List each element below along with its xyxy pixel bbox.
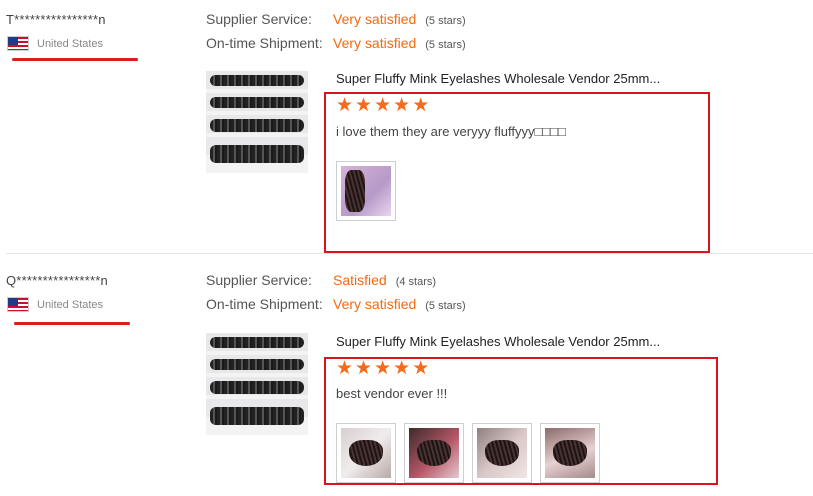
star-icon: ★: [355, 95, 373, 116]
ontime-shipment-row: On-time Shipment: Very satisfied (5 star…: [206, 296, 466, 320]
supplier-service-stars: (5 stars): [425, 15, 466, 27]
supplier-service-value: Satisfied: [333, 272, 387, 288]
review-star-rating: ★ ★ ★ ★ ★: [336, 359, 429, 378]
review-comment: i love them they are veryyy fluffyyy□□□□: [336, 124, 566, 139]
supplier-service-stars: (4 stars): [395, 276, 437, 288]
ontime-shipment-row: On-time Shipment: Very satisfied (5 star…: [206, 35, 466, 59]
review-photo-thumbnail[interactable]: [404, 423, 464, 483]
supplier-ratings: Supplier Service: Satisfied (4 stars) On…: [206, 272, 466, 320]
product-image[interactable]: [206, 333, 308, 435]
star-icon: ★: [393, 95, 411, 116]
review-card: Q****************n United States Supplie…: [0, 261, 813, 496]
star-icon: ★: [393, 358, 411, 379]
us-flag-icon: [7, 36, 29, 51]
supplier-service-label: Supplier Service:: [206, 272, 312, 288]
review-star-rating: ★ ★ ★ ★ ★: [336, 96, 429, 115]
review-card: T****************n United States Supplie…: [0, 0, 813, 253]
star-icon: ★: [336, 95, 354, 116]
star-icon: ★: [336, 358, 354, 379]
supplier-service-row: Supplier Service: Satisfied (4 stars): [206, 272, 466, 296]
annotation-underline: [12, 58, 138, 61]
buyer-name: T****************n: [6, 12, 106, 27]
review-photo-thumbnail[interactable]: [472, 423, 532, 483]
supplier-service-row: Supplier Service: Very satisfied (5 star…: [206, 11, 466, 35]
product-title-link[interactable]: Super Fluffy Mink Eyelashes Wholesale Ve…: [336, 334, 682, 349]
ontime-shipment-label: On-time Shipment:: [206, 296, 323, 312]
ontime-shipment-stars: (5 stars): [425, 300, 466, 312]
ontime-shipment-label: On-time Shipment:: [206, 35, 323, 51]
star-icon: ★: [374, 95, 392, 116]
country-label: United States: [37, 298, 104, 311]
supplier-ratings: Supplier Service: Very satisfied (5 star…: [206, 11, 466, 59]
buyer-name: Q****************n: [6, 273, 108, 288]
ontime-shipment-value: Very satisfied: [333, 296, 417, 312]
ontime-shipment-value: Very satisfied: [333, 35, 417, 51]
buyer-country: United States: [7, 36, 103, 51]
star-icon: ★: [412, 95, 430, 116]
review-photos: [336, 161, 396, 221]
us-flag-icon: [7, 297, 29, 312]
star-icon: ★: [355, 358, 373, 379]
product-title-link[interactable]: Super Fluffy Mink Eyelashes Wholesale Ve…: [336, 71, 682, 86]
review-photo-thumbnail[interactable]: [336, 161, 396, 221]
supplier-service-label: Supplier Service:: [206, 11, 312, 27]
product-image[interactable]: [206, 71, 308, 173]
review-photos: [336, 423, 600, 483]
country-label: United States: [37, 37, 104, 50]
buyer-country: United States: [7, 297, 103, 312]
review-divider: [6, 253, 813, 254]
star-icon: ★: [374, 358, 392, 379]
review-comment: best vendor ever !!!: [336, 386, 448, 401]
review-photo-thumbnail[interactable]: [540, 423, 600, 483]
supplier-service-value: Very satisfied: [333, 11, 417, 27]
review-photo-thumbnail[interactable]: [336, 423, 396, 483]
ontime-shipment-stars: (5 stars): [425, 39, 466, 51]
star-icon: ★: [412, 358, 430, 379]
annotation-underline: [14, 322, 130, 325]
